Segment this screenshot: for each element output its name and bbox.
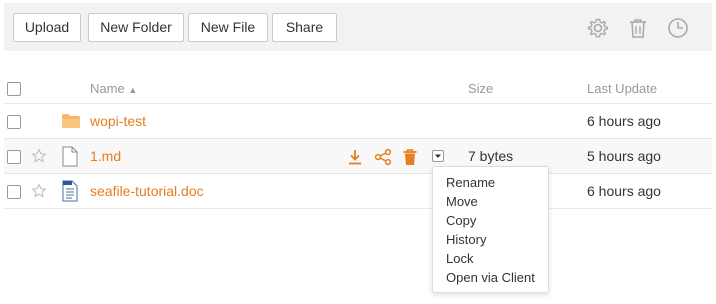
last-update-value: 6 hours ago [587, 113, 661, 129]
word-document-icon [62, 180, 78, 202]
folder-icon [62, 114, 80, 128]
select-all-checkbox[interactable] [7, 82, 21, 96]
size-column-header[interactable]: Size [468, 81, 493, 96]
star-icon[interactable] [31, 183, 47, 199]
menu-item-history[interactable]: History [433, 230, 548, 249]
table-row[interactable]: wopi-test 6 hours ago [4, 104, 712, 139]
row-checkbox[interactable] [7, 185, 21, 199]
download-icon[interactable] [346, 148, 364, 166]
more-operations-dropdown-toggle[interactable] [432, 150, 444, 162]
last-update-column-header[interactable]: Last Update [587, 81, 657, 96]
trash-icon[interactable] [627, 17, 649, 39]
last-update-value: 5 hours ago [587, 148, 661, 164]
name-column-header[interactable]: Name ▲ [90, 81, 137, 96]
table-row[interactable]: 1.md 7 bytes 5 hours ago [4, 139, 712, 174]
delete-icon[interactable] [401, 148, 419, 166]
share-button[interactable]: Share [272, 13, 337, 42]
clock-icon[interactable] [667, 17, 689, 39]
upload-button[interactable]: Upload [13, 13, 81, 42]
menu-item-move[interactable]: Move [433, 192, 548, 211]
menu-item-open-via-client[interactable]: Open via Client [433, 268, 548, 287]
share-icon[interactable] [374, 148, 392, 166]
table-header: Name ▲ Size Last Update [4, 71, 712, 104]
file-name-link[interactable]: wopi-test [90, 113, 146, 129]
last-update-value: 6 hours ago [587, 183, 661, 199]
more-operations-menu: Rename Move Copy History Lock Open via C… [432, 166, 549, 293]
star-icon[interactable] [31, 148, 47, 164]
name-header-label[interactable]: Name [90, 81, 125, 96]
caret-down-icon [435, 154, 441, 158]
gear-icon[interactable] [587, 17, 609, 39]
new-folder-button[interactable]: New Folder [88, 13, 184, 42]
table-row[interactable]: seafile-tutorial.doc 6 hours ago [4, 174, 712, 209]
menu-item-rename[interactable]: Rename [433, 173, 548, 192]
file-size-value: 7 bytes [468, 148, 514, 164]
file-icon [62, 146, 78, 167]
menu-item-copy[interactable]: Copy [433, 211, 548, 230]
file-name-link[interactable]: seafile-tutorial.doc [90, 183, 204, 199]
row-checkbox[interactable] [7, 115, 21, 129]
file-name-link[interactable]: 1.md [90, 148, 121, 164]
menu-item-lock[interactable]: Lock [433, 249, 548, 268]
toolbar: Upload New Folder New File Share [4, 3, 712, 51]
sort-ascending-icon[interactable]: ▲ [128, 85, 137, 95]
row-checkbox[interactable] [7, 150, 21, 164]
new-file-button[interactable]: New File [188, 13, 268, 42]
